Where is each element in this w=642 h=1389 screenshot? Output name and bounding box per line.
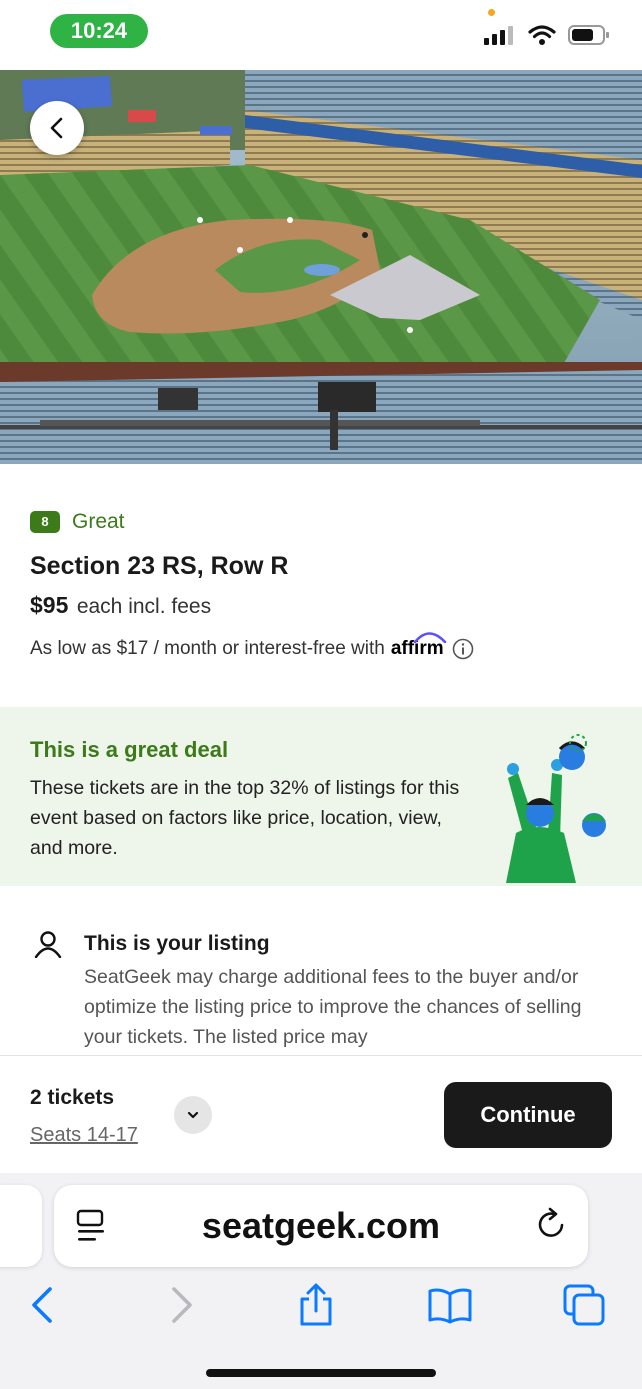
bookmarks-button[interactable] xyxy=(426,1281,474,1329)
browser-toolbar xyxy=(0,1281,642,1331)
back-icon xyxy=(32,1287,52,1323)
url-text: seatgeek.com xyxy=(201,1205,441,1246)
status-time: 10:24 xyxy=(50,14,148,48)
great-deal-banner: This is a great deal These tickets are i… xyxy=(0,707,642,886)
your-listing-description: SeatGeek may charge additional fees to t… xyxy=(84,966,582,1048)
battery-icon xyxy=(568,25,609,45)
financing-text: As low as $17 / month or interest-free w… xyxy=(30,638,385,659)
deal-description: These tickets are in the top 32% of list… xyxy=(30,777,460,859)
your-listing-notice: This is your listing SeatGeek may charge… xyxy=(0,930,642,1055)
deal-rating: 8 Great xyxy=(30,510,125,534)
home-indicator xyxy=(206,1369,436,1377)
celebrating-fans-illustration xyxy=(506,734,606,883)
share-button[interactable] xyxy=(292,1281,340,1329)
affirm-arc-icon xyxy=(413,632,447,643)
browser-forward-button[interactable] xyxy=(158,1281,206,1329)
tickets-count: 2 tickets xyxy=(30,1086,115,1109)
bookmarks-icon xyxy=(428,1288,472,1324)
wifi-icon xyxy=(528,25,556,45)
address-bar[interactable]: seatgeek.com xyxy=(54,1185,588,1267)
info-icon[interactable] xyxy=(452,638,474,660)
signal-icon xyxy=(484,26,513,45)
ticket-price: $95 xyxy=(30,592,69,618)
reload-icon[interactable] xyxy=(536,1207,568,1241)
forward-icon xyxy=(172,1287,192,1323)
your-listing-title: This is your listing xyxy=(84,932,270,955)
back-chevron-icon xyxy=(50,117,63,139)
browser-back-button[interactable] xyxy=(18,1281,66,1329)
previous-tab-preview[interactable] xyxy=(0,1185,42,1267)
ticket-quantity-dropdown[interactable] xyxy=(174,1096,212,1134)
status-icons xyxy=(484,24,610,46)
checkout-bar: 2 tickets Seats 14-17 Continue xyxy=(0,1055,642,1173)
seats-link[interactable]: Seats 14-17 xyxy=(30,1124,138,1147)
affirm-logo: affirm xyxy=(391,632,447,660)
tabs-button[interactable] xyxy=(560,1281,608,1329)
share-icon xyxy=(300,1283,332,1326)
status-bar: 10:24 xyxy=(0,0,642,70)
stadium-view-illustration xyxy=(0,70,642,464)
browser-chrome: seatgeek.com xyxy=(0,1173,642,1389)
section-row-title: Section 23 RS, Row R xyxy=(30,552,289,580)
person-icon xyxy=(34,931,62,958)
chevron-down-icon xyxy=(187,1111,199,1119)
deal-title: This is a great deal xyxy=(30,737,229,762)
tabs-icon xyxy=(563,1284,605,1326)
back-button[interactable] xyxy=(30,101,84,155)
financing-row: As low as $17 / month or interest-free w… xyxy=(30,632,474,660)
privacy-indicator-dot xyxy=(488,9,495,16)
price-suffix: each incl. fees xyxy=(76,595,212,618)
continue-button[interactable]: Continue xyxy=(444,1082,612,1148)
price-row: $95 each incl. fees xyxy=(30,592,211,619)
seat-view-photo xyxy=(0,70,642,464)
deal-score-label: Great xyxy=(72,510,125,533)
deal-score-badge: 8 xyxy=(30,511,60,533)
